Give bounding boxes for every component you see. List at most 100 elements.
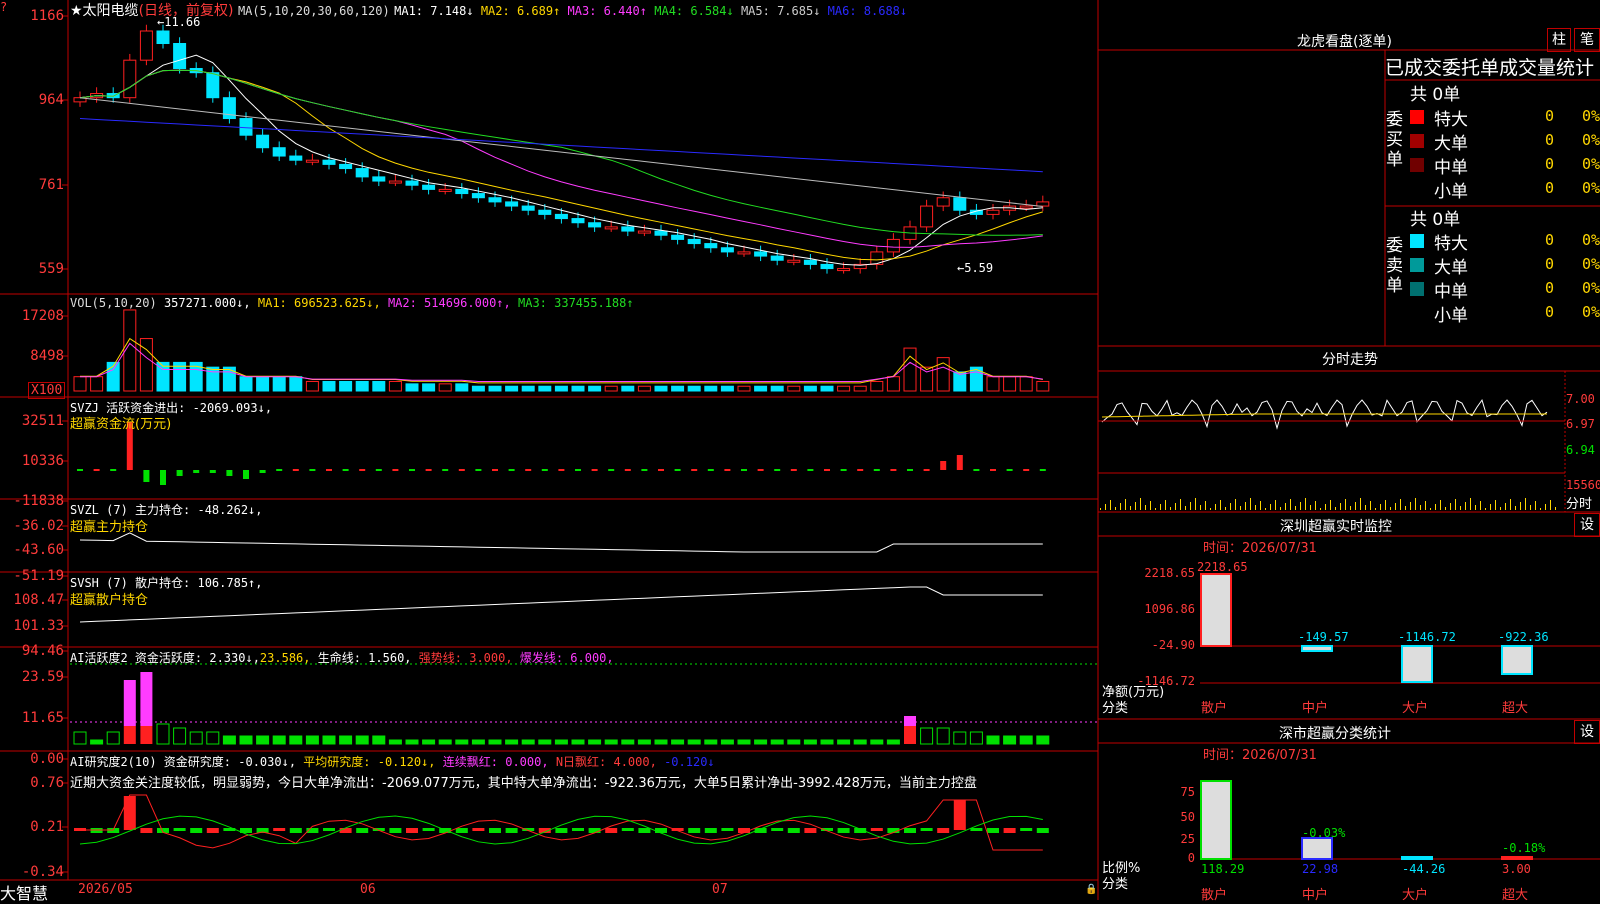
lh-title: 龙虎看盘(逐单) xyxy=(1297,34,1392,50)
sz-cat-3: 超大 xyxy=(1502,701,1529,716)
vol-ma2: MA2: 514696.000↑, xyxy=(387,296,511,310)
buy-name-3: 小单 xyxy=(1434,182,1468,202)
sz-val-1: -149.57 xyxy=(1298,630,1349,644)
sell-row-1: 大单 0 0% xyxy=(1410,253,1600,278)
ai1-label: AI活跃度2 资金活跃度: 2.330↓, xyxy=(70,651,260,665)
lock-icon[interactable]: 🔒 xyxy=(1085,884,1097,895)
svsh-tick-2: 94.46 xyxy=(21,643,64,659)
intraday-tick-2: 6.97 xyxy=(1566,417,1595,431)
intraday-vol-tick: 15560 xyxy=(1566,478,1600,492)
tick-mode-button[interactable]: 笔 xyxy=(1574,28,1600,52)
trade-stat-tabs[interactable]: 已成交委托单成交量统计 xyxy=(1385,53,1594,80)
intraday-tick-3: 6.94 xyxy=(1566,443,1595,457)
ai2-v4: N日飘红: 4.000, xyxy=(555,755,657,769)
sell-swatch-1 xyxy=(1410,258,1424,272)
svzj-tick-2: -11838 xyxy=(13,493,64,509)
sell-row-0: 特大 0 0% xyxy=(1410,229,1600,254)
ai1-tick-1: 11.65 xyxy=(21,710,64,726)
svsh-tick-1: 101.33 xyxy=(13,618,64,634)
sell-count-1: 0 xyxy=(1545,255,1555,273)
buy-row-0: 特大 0 0% xyxy=(1410,105,1600,130)
high-mark: ←11.66 xyxy=(157,15,201,29)
buy-swatch-1 xyxy=(1410,134,1424,148)
sell-swatch-2 xyxy=(1410,282,1424,296)
sc-cat-0: 散户 xyxy=(1201,888,1228,903)
buy-total: 共 0单 xyxy=(1410,85,1461,105)
sc-val-1: 22.98 xyxy=(1302,862,1339,876)
sc-time: 时间：2026/07/31 xyxy=(1203,748,1317,763)
buy-count-3: 0 xyxy=(1545,179,1555,197)
ai1-v3: 生命线: 1.560, xyxy=(317,651,412,665)
price-tick-2: 761 xyxy=(38,177,64,193)
sc-val-0: 118.29 xyxy=(1201,862,1245,876)
buy-name-2: 中单 xyxy=(1434,158,1468,178)
sz-bar-1 xyxy=(1301,645,1333,652)
sc-y-3: 0 xyxy=(1187,851,1195,865)
ai2-v2: 平均研究度: -0.120↓, xyxy=(303,755,436,769)
sell-name-3: 小单 xyxy=(1434,306,1468,326)
sell-pct-0: 0% xyxy=(1582,231,1600,249)
sz-bar-0 xyxy=(1200,573,1232,647)
sz-y-2: -24.90 xyxy=(1151,638,1195,652)
ai2-header: AI研究度2(10) 资金研究度: -0.030↓, 平均研究度: -0.120… xyxy=(70,753,715,770)
buy-row-1: 大单 0 0% xyxy=(1410,129,1600,154)
column-mode-button[interactable]: 柱 xyxy=(1547,28,1571,52)
sc-settings-button[interactable]: 设 xyxy=(1574,720,1600,744)
buy-side-label: 委买单 xyxy=(1386,110,1403,170)
ma5-value: MA5: 7.685↓ xyxy=(733,4,821,18)
low-mark: ←5.59 xyxy=(957,261,994,275)
sz-y-3: -1146.72 xyxy=(1137,674,1195,688)
svzl-tick-1: -43.60 xyxy=(13,542,64,558)
xaxis-label-jun: 06 xyxy=(360,882,376,897)
sell-name-2: 中单 xyxy=(1434,282,1468,302)
sc-title: 深市超赢分类统计 xyxy=(1279,726,1391,742)
sz-cat-2: 大户 xyxy=(1402,701,1429,716)
vol-value: 357271.000↓, xyxy=(163,296,251,310)
sz-settings-button[interactable]: 设 xyxy=(1574,513,1600,537)
buy-count-2: 0 xyxy=(1545,155,1555,173)
svzl-sub: 超赢主力持仓 xyxy=(70,520,149,535)
sc-y-2: 25 xyxy=(1180,832,1195,846)
buy-row-3: 小单 0 0% xyxy=(1410,177,1600,202)
svzl-tick-0: -36.02 xyxy=(13,518,64,534)
sc-val-2: -44.26 xyxy=(1402,862,1446,876)
vol-tick-1: 8498 xyxy=(30,348,64,364)
svzl-tick-2: -51.19 xyxy=(13,568,64,584)
sz-monitor-title: 深圳超赢实时监控 xyxy=(1280,519,1392,535)
svsh-sub: 超赢散户持仓 xyxy=(70,593,149,608)
sell-side-label: 委卖单 xyxy=(1386,236,1403,296)
sell-total: 共 0单 xyxy=(1410,210,1461,230)
buy-count-1: 0 xyxy=(1545,131,1555,149)
sc-y-0: 75 xyxy=(1180,785,1195,799)
ma2-value: MA2: 6.689↑ xyxy=(473,4,561,18)
ai1-v4: 强势线: 3.000, xyxy=(418,651,513,665)
sell-row-3: 小单 0 0% xyxy=(1410,301,1600,326)
buy-pct-1: 0% xyxy=(1582,131,1600,149)
vol-ma1: MA1: 696523.625↓, xyxy=(257,296,381,310)
ai1-tick-2: 0.00 xyxy=(30,751,64,767)
sz-val-3: -922.36 xyxy=(1498,630,1549,644)
price-tick-1: 964 xyxy=(38,92,64,108)
buy-count-0: 0 xyxy=(1545,107,1555,125)
sc-val-3: 3.00 xyxy=(1502,862,1531,876)
sell-pct-1: 0% xyxy=(1582,255,1600,273)
sz-val-0: 2218.65 xyxy=(1197,560,1248,574)
ma6-value: MA6: 8.688↓ xyxy=(820,4,908,18)
sc-pct-0: -0.03% xyxy=(1302,826,1346,840)
ai1-v2: 23.586, xyxy=(259,651,311,665)
sc-cat: 分类 xyxy=(1102,877,1129,892)
sc-cat-3: 超大 xyxy=(1502,888,1529,903)
buy-name-1: 大单 xyxy=(1434,134,1468,154)
sc-y-1: 50 xyxy=(1180,810,1195,824)
sz-y-1: 1096.86 xyxy=(1144,602,1195,616)
sc-cat-2: 大户 xyxy=(1402,888,1429,903)
sc-pct-1: -0.18% xyxy=(1502,841,1546,855)
svzj-sub: 超赢资金流(万元) xyxy=(70,417,172,432)
svsh-tick-0: 108.47 xyxy=(13,592,64,608)
sell-name-1: 大单 xyxy=(1434,258,1468,278)
vol-label: VOL(5,10,20) xyxy=(70,296,157,310)
stock-name: ★太阳电缆 xyxy=(70,3,139,19)
ma1-value: MA1: 7.148↓ xyxy=(394,4,474,18)
buy-name-0: 特大 xyxy=(1434,110,1468,130)
xaxis-label-may: 2026/05 xyxy=(78,882,133,897)
